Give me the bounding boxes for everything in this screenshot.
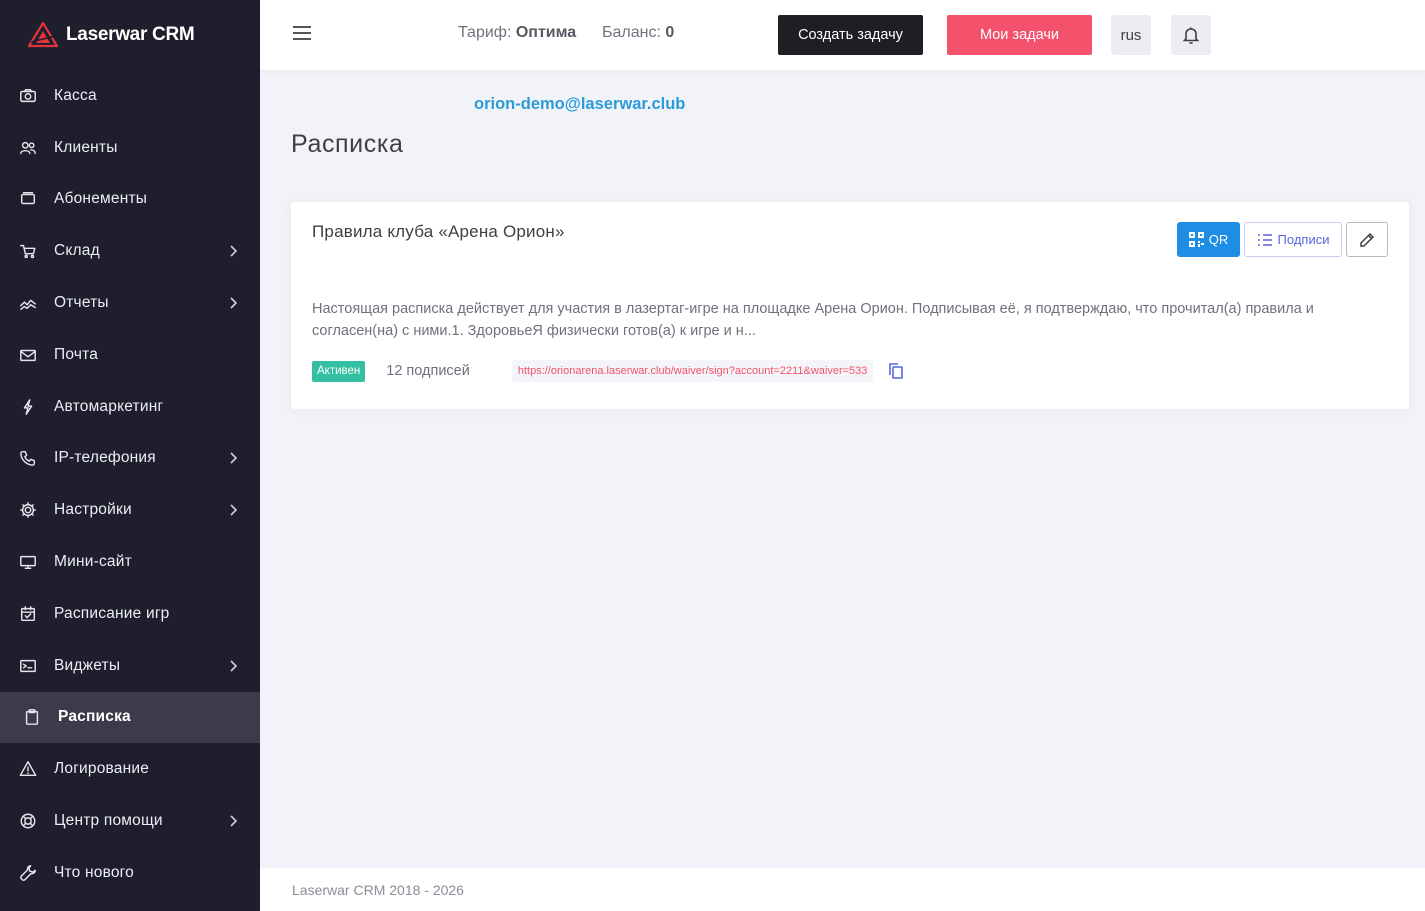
signatures-button[interactable]: Подписи — [1244, 222, 1342, 257]
sidebar-item-label: Виджеты — [54, 656, 121, 674]
sidebar-item-widgets[interactable]: Виджеты — [0, 640, 260, 692]
mail-icon — [18, 345, 38, 365]
sidebar-item-label: Автомаркетинг — [54, 397, 164, 415]
chevron-right-icon — [228, 244, 238, 258]
sidebar-item-label: Мини-сайт — [54, 553, 132, 571]
sidebar-item-label: Центр помощи — [54, 812, 163, 830]
sidebar-item-help-center[interactable]: Центр помощи — [0, 795, 260, 847]
sidebar-item-label: Клиенты — [54, 138, 118, 156]
lifebuoy-icon — [18, 811, 38, 831]
sidebar-item-reports[interactable]: Отчеты — [0, 277, 260, 329]
sidebar-item-automarketing[interactable]: Автомаркетинг — [0, 381, 260, 433]
sidebar-item-clients[interactable]: Клиенты — [0, 122, 260, 174]
sidebar-item-mini-site[interactable]: Мини-сайт — [0, 536, 260, 588]
sidebar-item-ip-telephony[interactable]: IP-телефония — [0, 433, 260, 485]
warning-icon — [18, 759, 38, 779]
my-tasks-button[interactable]: Мои задачи — [947, 15, 1092, 55]
sidebar-item-label: Почта — [54, 345, 99, 363]
sidebar-item-mail[interactable]: Почта — [0, 329, 260, 381]
balance-value: 0 — [665, 24, 675, 41]
sidebar-item-whats-new[interactable]: Что нового — [0, 847, 260, 899]
sidebar-item-label: Расписание игр — [54, 604, 170, 622]
sidebar-item-label: Расписка — [58, 708, 131, 726]
phone-icon — [18, 448, 38, 468]
sidebar-item-label: Настройки — [54, 501, 132, 519]
waiver-meta: Активен 12 подписей https://orionarena.l… — [312, 360, 905, 382]
sidebar-item-settings[interactable]: Настройки — [0, 484, 260, 536]
chart-icon — [18, 293, 38, 313]
topbar: Тариф: Оптима Баланс: 0 Создать задачу М… — [260, 0, 1425, 70]
copy-icon[interactable] — [887, 362, 905, 380]
balance-info: Баланс: 0 — [602, 24, 674, 42]
account-email[interactable]: orion-demo@laserwar.club — [474, 95, 685, 114]
sidebar-item-subscriptions[interactable]: Абонементы — [0, 174, 260, 226]
laserwar-logo-icon — [28, 22, 58, 48]
notifications-button[interactable] — [1171, 15, 1211, 55]
sidebar-item-label: Абонементы — [54, 190, 148, 208]
waiver-card: Правила клуба «Арена Орион» QR Подписи Н… — [291, 202, 1409, 409]
sidebar-nav: Касса Клиенты Абонементы Склад Отчеты По… — [0, 70, 260, 899]
wrench-icon — [18, 863, 38, 883]
sidebar-item-label: Касса — [54, 86, 97, 104]
lightning-icon — [18, 397, 38, 417]
tariff-value: Оптима — [515, 24, 577, 41]
qr-icon — [1188, 232, 1204, 247]
balance-label: Баланс: — [602, 24, 661, 41]
menu-toggle-icon[interactable] — [293, 26, 313, 44]
waiver-title: Правила клуба «Арена Орион» — [312, 222, 565, 241]
sidebar-item-label: Что нового — [54, 863, 134, 881]
sidebar-item-label: Логирование — [54, 760, 150, 778]
cards-icon — [18, 189, 38, 209]
tariff-label: Тариф: — [458, 24, 512, 41]
clipboard-icon — [22, 707, 42, 727]
page-title: Расписка — [291, 130, 404, 158]
edit-button[interactable] — [1346, 222, 1388, 257]
tariff-info: Тариф: Оптима — [458, 24, 576, 42]
brand-name: Laserwar CRM — [66, 24, 195, 45]
signatures-label: Подписи — [1277, 232, 1330, 247]
sidebar-item-label: Склад — [54, 242, 100, 260]
footer-copyright: Laserwar CRM 2018 - 2026 — [292, 882, 464, 898]
qr-label: QR — [1208, 232, 1229, 247]
sidebar-item-label: IP-телефония — [54, 449, 156, 467]
waiver-description: Настоящая расписка действует для участия… — [312, 301, 1314, 339]
pencil-icon — [1360, 232, 1375, 247]
waiver-link[interactable]: https://orionarena.laserwar.club/waiver/… — [511, 360, 874, 382]
chevron-right-icon — [228, 814, 238, 828]
qr-button[interactable]: QR — [1177, 222, 1240, 257]
language-button[interactable]: rus — [1111, 15, 1151, 55]
sidebar: Laserwar CRM Касса Клиенты Абонементы Ск… — [0, 0, 260, 911]
card-actions: QR Подписи — [1177, 222, 1388, 257]
sidebar-item-warehouse[interactable]: Склад — [0, 225, 260, 277]
sidebar-item-logging[interactable]: Логирование — [0, 743, 260, 795]
brand[interactable]: Laserwar CRM — [0, 0, 260, 70]
chevron-right-icon — [228, 659, 238, 673]
sidebar-item-label: Отчеты — [54, 294, 109, 312]
cart-icon — [18, 241, 38, 261]
terminal-icon — [18, 656, 38, 676]
bell-icon — [1182, 27, 1200, 44]
sidebar-item-waiver[interactable]: Расписка — [0, 691, 260, 744]
chevron-right-icon — [228, 451, 238, 465]
list-icon — [1257, 233, 1272, 246]
sidebar-item-game-schedule[interactable]: Расписание игр — [0, 588, 260, 640]
calendar-check-icon — [18, 604, 38, 624]
create-task-button[interactable]: Создать задачу — [778, 15, 923, 55]
chevron-right-icon — [228, 503, 238, 517]
gear-icon — [18, 500, 38, 520]
signature-count: 12 подписей — [386, 363, 470, 379]
status-badge: Активен — [312, 360, 366, 382]
camera-icon — [18, 86, 38, 106]
users-icon — [18, 138, 38, 158]
chevron-right-icon — [228, 296, 238, 310]
sidebar-item-kassa[interactable]: Касса — [0, 70, 260, 122]
monitor-icon — [18, 552, 38, 572]
footer: Laserwar CRM 2018 - 2026 — [260, 868, 1425, 911]
